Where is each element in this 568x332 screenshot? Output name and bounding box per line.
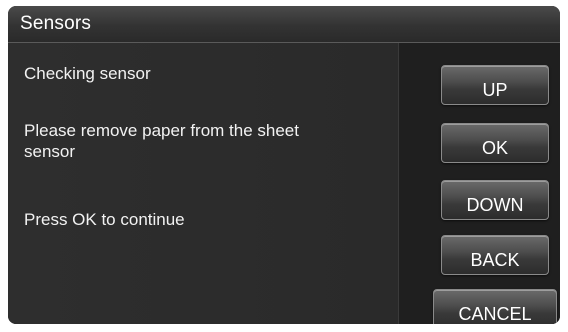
page-title: Sensors [20,13,92,34]
printer-front-panel: Sensors Checking sensor Please remove pa… [8,6,560,324]
back-button[interactable]: BACK [441,235,549,275]
up-button[interactable]: UP [441,65,549,105]
down-button[interactable]: DOWN [441,180,549,220]
continue-message: Press OK to continue [24,210,185,229]
title-bar: Sensors [8,6,560,43]
status-message: Checking sensor [24,64,151,83]
button-panel: UP OK DOWN BACK CANCEL [399,43,560,324]
ok-button[interactable]: OK [441,123,549,163]
message-panel: Checking sensor Please remove paper from… [8,43,399,324]
instruction-message: Please remove paper from the sheet senso… [24,121,299,161]
cancel-button[interactable]: CANCEL [433,289,557,324]
